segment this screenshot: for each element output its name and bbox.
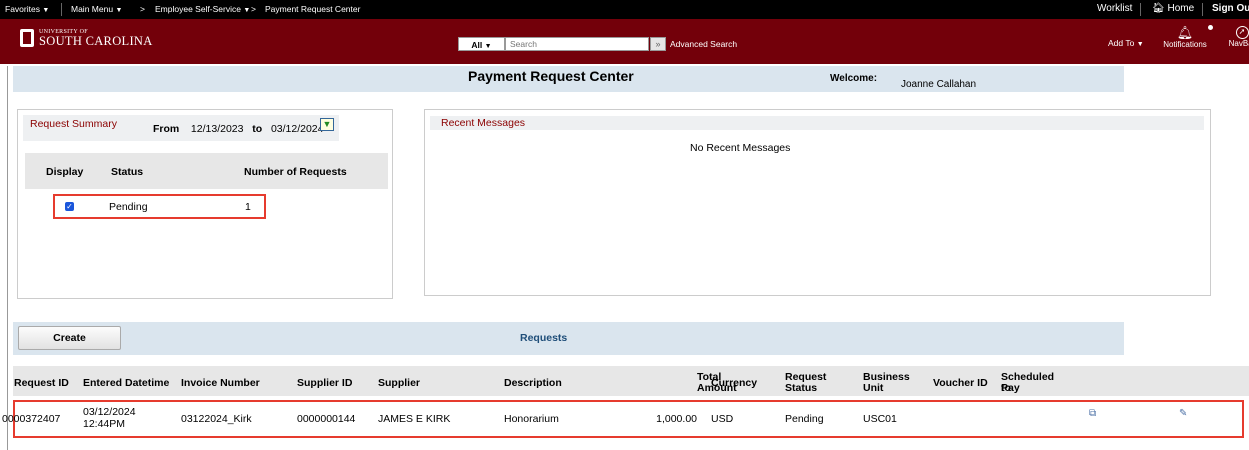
home-link[interactable]: 🏠︎ Home bbox=[1152, 3, 1194, 14]
page-border bbox=[7, 66, 8, 450]
sign-out-link[interactable]: Sign Out bbox=[1212, 3, 1249, 14]
to-label: to bbox=[252, 123, 263, 135]
divider bbox=[61, 3, 62, 16]
summary-row-pending: ✓ Pending 1 bbox=[53, 194, 266, 219]
chevron-down-icon: ▼ bbox=[115, 7, 123, 14]
main-menu-label: Main Menu bbox=[71, 4, 114, 14]
col-bu-line2: Unit bbox=[863, 382, 884, 394]
usc-seal-icon bbox=[20, 29, 34, 48]
col-currency: Currency bbox=[711, 377, 758, 389]
to-date: 03/12/2024 bbox=[270, 123, 324, 135]
favorites-label: Favorites bbox=[5, 4, 40, 14]
request-status: Pending bbox=[785, 413, 824, 425]
col-status-line2: Status bbox=[785, 382, 818, 394]
display-checkbox[interactable]: ✓ bbox=[65, 202, 74, 211]
summary-count: 1 bbox=[245, 201, 251, 213]
home-label: Home bbox=[1167, 3, 1195, 14]
recent-messages-empty: No Recent Messages bbox=[690, 142, 791, 154]
recent-messages-title: Recent Messages bbox=[441, 117, 526, 129]
requests-title: Requests bbox=[520, 332, 568, 344]
welcome-name: Joanne Callahan bbox=[901, 79, 977, 90]
logo-large-text: SOUTH CAROLINA bbox=[39, 34, 153, 48]
filter-icon[interactable]: ▼ bbox=[320, 118, 334, 131]
chevron-down-icon: ▼ bbox=[1136, 41, 1144, 48]
divider bbox=[1140, 3, 1141, 16]
summary-table-header: Display Status Number of Requests bbox=[25, 153, 388, 189]
col-total-amount: Total Amount bbox=[651, 372, 737, 394]
col-number-of-requests: Number of Requests bbox=[244, 166, 347, 178]
col-request-id: Request ID bbox=[14, 377, 69, 389]
col-supplier: Supplier bbox=[378, 377, 421, 389]
table-row[interactable]: 0000372407 03/12/2024 12:44PM 03122024_Ki… bbox=[2, 400, 1244, 438]
add-to-menu[interactable]: Add To ▼ bbox=[1108, 38, 1144, 48]
total-amount: 1,000.00 bbox=[656, 413, 697, 425]
search-scope-select[interactable]: All ▼ bbox=[458, 37, 505, 51]
edit-document-icon[interactable]: ✎ bbox=[1179, 408, 1189, 419]
description: Honorarium bbox=[504, 413, 559, 425]
entered-date: 03/12/2024 bbox=[83, 406, 136, 418]
search-go-button[interactable]: » bbox=[650, 37, 666, 51]
navbar-button[interactable]: ➚ NavBar bbox=[1222, 26, 1249, 48]
header-banner: UNIVERSITY OF SOUTH CAROLINA All ▼ » Adv… bbox=[0, 19, 1249, 64]
request-summary-title: Request Summary bbox=[30, 118, 117, 130]
search-input[interactable] bbox=[505, 37, 649, 51]
notification-dot bbox=[1208, 25, 1213, 30]
requests-band: Create Requests bbox=[13, 322, 1124, 355]
entered-time: 12:44PM bbox=[83, 418, 126, 430]
col-status: Status bbox=[111, 166, 144, 178]
worklist-link[interactable]: Worklist bbox=[1097, 3, 1132, 14]
compass-icon: ➚ bbox=[1235, 26, 1249, 39]
chevron-down-icon: ▼ bbox=[243, 7, 251, 14]
from-label: From bbox=[153, 123, 180, 135]
top-nav-bar: Favorites ▼ Main Menu ▼ > Employee Self-… bbox=[0, 0, 1249, 19]
invoice-number: 03122024_Kirk bbox=[181, 413, 252, 425]
add-to-label: Add To bbox=[1108, 38, 1135, 48]
supplier-name: JAMES E KIRK bbox=[378, 413, 451, 425]
favorites-menu[interactable]: Favorites ▼ bbox=[5, 4, 49, 14]
copy-request-icon[interactable]: ⧉ bbox=[1089, 408, 1099, 419]
from-date: 12/13/2023 bbox=[190, 123, 244, 135]
search-scope-value: All bbox=[471, 40, 483, 50]
double-chevron-right-icon: » bbox=[655, 39, 661, 49]
home-icon: 🏠︎ bbox=[1152, 3, 1165, 14]
advanced-search-link[interactable]: Advanced Search bbox=[670, 39, 737, 49]
divider bbox=[1202, 3, 1203, 16]
request-summary-panel: Request Summary From 12/13/2023 to 03/12… bbox=[17, 109, 393, 299]
col-sched-line2: Pay bbox=[1001, 382, 1020, 394]
breadcrumb-employee-self-service[interactable]: Employee Self-Service ▼ bbox=[155, 4, 250, 14]
request-summary-header: Request Summary From 12/13/2023 to 03/12… bbox=[23, 115, 339, 141]
chevron-down-icon: ▼ bbox=[42, 7, 50, 14]
date-range: From 12/13/2023 to 03/12/2024 bbox=[153, 123, 324, 135]
recent-messages-header: Recent Messages bbox=[430, 116, 1204, 130]
supplier-id: 0000000144 bbox=[297, 413, 356, 425]
col-entered-datetime: Entered Datetime bbox=[83, 377, 170, 389]
col-display: Display bbox=[46, 166, 84, 178]
main-menu[interactable]: Main Menu ▼ bbox=[71, 4, 122, 14]
chevron-down-icon: ▼ bbox=[484, 43, 492, 50]
notifications-label: Notifications bbox=[1163, 40, 1207, 49]
welcome-label: Welcome: bbox=[830, 73, 878, 84]
breadcrumb-label: Employee Self-Service bbox=[155, 4, 241, 14]
requests-grid-header: Request ID Entered Datetime Invoice Numb… bbox=[13, 366, 1249, 396]
notifications-button[interactable]: 🔔︎ Notifications bbox=[1162, 25, 1213, 49]
col-voucher-id: Voucher ID bbox=[933, 377, 988, 389]
col-description: Description bbox=[504, 377, 562, 389]
recent-messages-panel: Recent Messages No Recent Messages bbox=[424, 109, 1211, 296]
navbar-label: NavBar bbox=[1228, 39, 1249, 48]
col-supplier-id: Supplier ID bbox=[297, 377, 353, 389]
usc-logo[interactable]: UNIVERSITY OF SOUTH CAROLINA bbox=[20, 29, 153, 48]
breadcrumb-arrow-icon: > bbox=[251, 4, 256, 14]
page-title: Payment Request Center bbox=[468, 68, 634, 84]
breadcrumb-arrow-icon: > bbox=[140, 4, 145, 14]
currency: USD bbox=[711, 413, 734, 425]
page-title-band: Payment Request Center Welcome: Joanne C… bbox=[13, 66, 1124, 92]
request-id[interactable]: 0000372407 bbox=[2, 413, 60, 425]
bell-icon: 🔔︎ bbox=[1162, 25, 1213, 40]
summary-status: Pending bbox=[109, 201, 148, 213]
breadcrumb-payment-request-center[interactable]: Payment Request Center bbox=[265, 4, 360, 14]
business-unit: USC01 bbox=[863, 413, 897, 425]
create-button[interactable]: Create bbox=[18, 326, 121, 350]
col-invoice-number: Invoice Number bbox=[181, 377, 260, 389]
